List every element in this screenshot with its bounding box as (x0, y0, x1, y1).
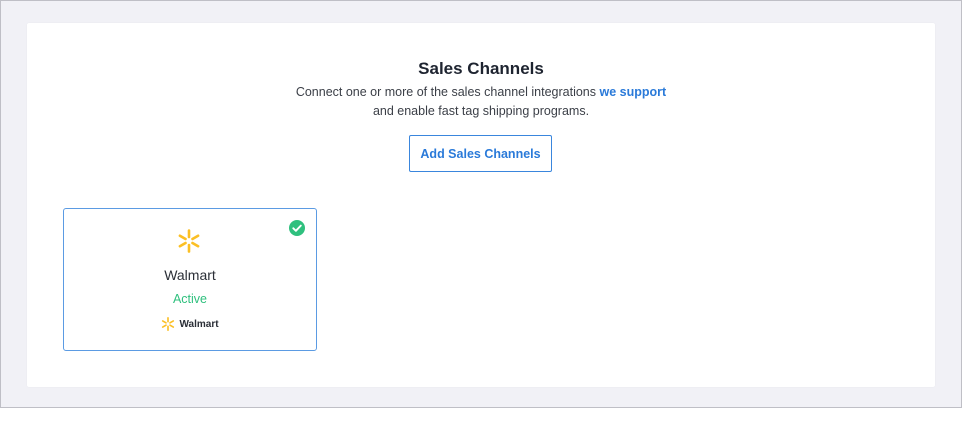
walmart-spark-small-icon (162, 317, 175, 331)
channel-card-walmart[interactable]: Walmart Active Walmart (63, 208, 317, 351)
subtitle-line-2: and enable fast tag shipping programs. (372, 104, 590, 118)
walmart-spark-icon (178, 229, 200, 253)
page-background: Sales Channels Connect one or more of th… (0, 0, 962, 408)
check-circle-icon (289, 220, 305, 236)
subtitle-text: Connect one or more of the sales channel… (295, 85, 600, 99)
we-support-link[interactable]: we support (599, 85, 666, 99)
channel-name: Walmart (164, 267, 216, 283)
add-sales-channels-button[interactable]: Add Sales Channels (409, 135, 552, 172)
page-subtitle: Connect one or more of the sales channel… (27, 83, 935, 121)
channel-status: Active (172, 292, 208, 306)
walmart-logo: Walmart (64, 317, 316, 331)
sales-channels-panel: Sales Channels Connect one or more of th… (27, 23, 935, 387)
walmart-logo-text: Walmart (179, 318, 219, 330)
page-title: Sales Channels (418, 59, 544, 78)
